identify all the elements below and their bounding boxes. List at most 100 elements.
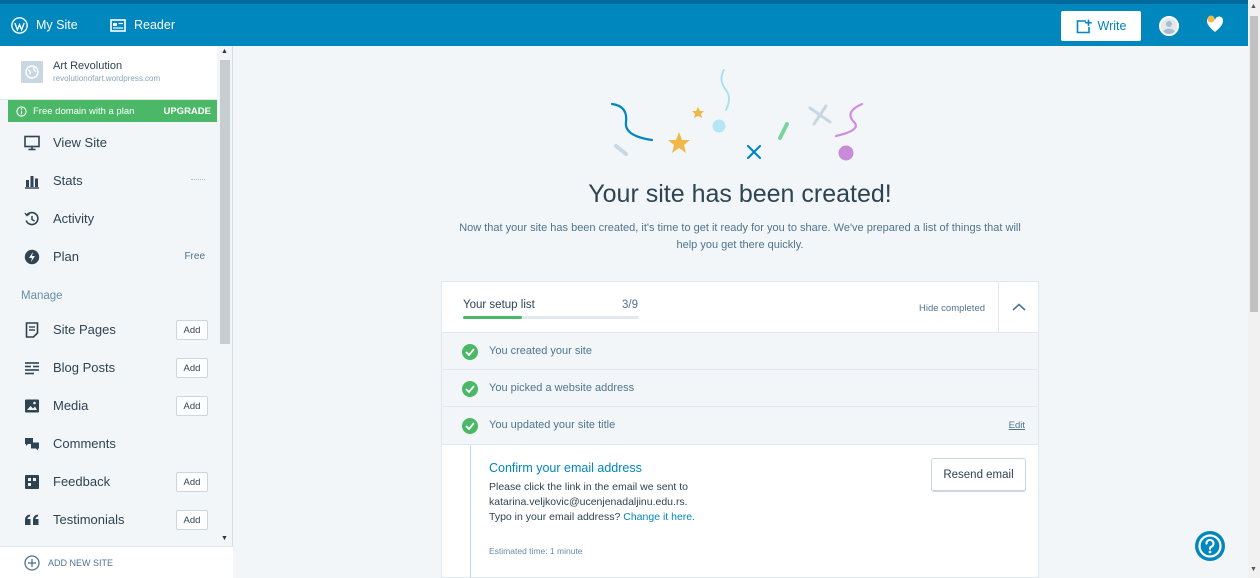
feedback-icon [25, 475, 39, 489]
task-title: Confirm your email address [489, 461, 642, 475]
sidebar-item-label: Blog Posts [53, 360, 116, 375]
sidebar-item-label: Comments [53, 436, 116, 451]
checkmark-icon [462, 344, 478, 360]
plan-badge: Free [184, 251, 205, 262]
add-new-site-button[interactable]: ADD NEW SITE [0, 546, 233, 578]
sidebar-item-activity[interactable]: Activity [0, 200, 217, 238]
user-avatar-icon[interactable] [1159, 16, 1179, 36]
subtitle-line: Now that your site has been created, it'… [459, 222, 1021, 234]
sidebar-item-feedback[interactable]: Feedback Add [0, 463, 217, 501]
add-post-button[interactable]: Add [176, 358, 208, 378]
task-description: Please click the link in the email we se… [489, 480, 749, 525]
site-title: Art Revolution [53, 60, 123, 72]
scroll-up-icon[interactable]: ▲ [1250, 3, 1257, 10]
sidebar-item-stats[interactable]: Stats [0, 162, 217, 200]
typo-line: Typo in your email address? Change it he… [489, 510, 749, 525]
my-site-label: My Site [36, 18, 78, 32]
confetti-cross [808, 104, 832, 126]
sidebar-item-label: Plan [53, 249, 80, 264]
reader-icon [110, 18, 126, 32]
confetti-streamer [720, 69, 730, 111]
confetti-cross [746, 144, 762, 160]
confetti-streamer [834, 102, 864, 138]
hide-completed-toggle[interactable]: Hide completed [919, 303, 985, 314]
add-page-button[interactable]: Add [176, 320, 208, 340]
notifications-icon[interactable] [1205, 14, 1225, 39]
reader-link[interactable]: Reader [110, 4, 175, 46]
confetti-piece [778, 122, 789, 140]
promo-text: Free domain with a plan [33, 105, 135, 117]
task-row-site-title[interactable]: You updated your site title Edit [442, 407, 1038, 445]
sidebar-item-comments[interactable]: Comments [0, 425, 217, 463]
sidebar-scroll-down-icon[interactable]: ▼ [221, 535, 228, 542]
checkmark-icon [462, 381, 478, 397]
scroll-down-icon[interactable]: ▼ [1250, 566, 1257, 573]
plus-circle-icon [24, 554, 40, 571]
write-button[interactable]: Write [1061, 11, 1141, 41]
sidebar-item-label: View Site [53, 135, 107, 150]
site-url: revolutionofart.wordpress.com [53, 74, 161, 83]
sidebar: Art Revolution revolutionofart.wordpress… [0, 46, 233, 578]
pages-icon [25, 322, 39, 338]
setup-checklist-card: Your setup list 3/9 Hide completed You c… [441, 281, 1039, 578]
edit-site-title-link[interactable]: Edit [1009, 420, 1025, 431]
resend-email-button[interactable]: Resend email [931, 458, 1026, 492]
task-label: You created your site [489, 345, 592, 357]
task-text: Please click the link in the email we se… [489, 481, 689, 493]
checklist-progress-bar [463, 316, 639, 319]
activity-icon [24, 211, 39, 226]
checkmark-icon [462, 418, 478, 434]
sidebar-item-plan[interactable]: Plan Free [0, 238, 217, 276]
page-subtitle: Now that your site has been created, it'… [440, 220, 1040, 254]
task-label: You picked a website address [489, 382, 635, 394]
collapse-checklist-button[interactable] [998, 282, 1038, 332]
checklist-count: 3/9 [622, 299, 638, 311]
confetti-dot [838, 145, 854, 161]
reader-label: Reader [134, 18, 175, 32]
stats-sparkline [191, 179, 205, 180]
confetti-piece [614, 144, 628, 156]
upgrade-link[interactable]: UPGRADE [163, 106, 211, 117]
add-testimonial-button[interactable]: Add [176, 510, 208, 530]
help-button[interactable] [1195, 531, 1225, 561]
masterbar: My Site Reader Write [0, 0, 1248, 46]
sidebar-item-label: Stats [53, 173, 83, 188]
sidebar-item-blog-posts[interactable]: Blog Posts Add [0, 349, 217, 387]
media-icon [25, 399, 39, 413]
add-media-button[interactable]: Add [176, 396, 208, 416]
sidebar-item-label: Testimonials [53, 512, 125, 527]
subtitle-line: help you get there quickly. [676, 239, 804, 251]
add-feedback-button[interactable]: Add [176, 472, 208, 492]
task-row-website-address[interactable]: You picked a website address [442, 370, 1038, 407]
sidebar-item-view-site[interactable]: View Site [0, 124, 217, 162]
write-icon [1076, 19, 1092, 33]
star-icon [692, 107, 704, 118]
page-scrollbar[interactable]: ▲ ▼ [1248, 0, 1260, 578]
confetti-dot [712, 119, 726, 133]
site-card[interactable]: Art Revolution revolutionofart.wordpress… [0, 46, 217, 100]
change-email-link[interactable]: Change it here. [623, 511, 695, 523]
sidebar-scrollbar[interactable]: ▲ ▼ [218, 46, 232, 546]
sidebar-item-label: Activity [53, 211, 95, 226]
my-site-link[interactable]: My Site [11, 4, 78, 46]
page-scrollbar-thumb[interactable] [1250, 16, 1258, 312]
plan-icon [24, 249, 40, 265]
sidebar-item-label: Media [53, 398, 89, 413]
sidebar-scrollbar-thumb[interactable] [220, 60, 230, 344]
task-label: You updated your site title [489, 419, 616, 431]
posts-icon [25, 362, 39, 375]
sidebar-item-testimonials[interactable]: Testimonials Add [0, 501, 217, 539]
estimated-time: Estimated time: 1 minute [489, 546, 583, 556]
typo-text: Typo in your email address? [489, 511, 621, 523]
free-domain-promo[interactable]: Free domain with a plan UPGRADE [8, 100, 217, 122]
user-email: katarina.veljkovic@ucenjenadaljinu.edu.r… [489, 496, 688, 508]
sidebar-item-media[interactable]: Media Add [0, 387, 217, 425]
manage-heading: Manage [21, 290, 63, 302]
task-row-created-site[interactable]: You created your site [442, 333, 1038, 370]
task-confirm-email: Confirm your email address Please click … [442, 445, 1038, 573]
sidebar-scroll-up-icon[interactable]: ▲ [221, 48, 228, 55]
sidebar-item-site-pages[interactable]: Site Pages Add [0, 311, 217, 349]
stats-icon [25, 176, 39, 189]
sidebar-item-label: Site Pages [53, 322, 116, 337]
add-new-site-label: ADD NEW SITE [48, 557, 114, 568]
